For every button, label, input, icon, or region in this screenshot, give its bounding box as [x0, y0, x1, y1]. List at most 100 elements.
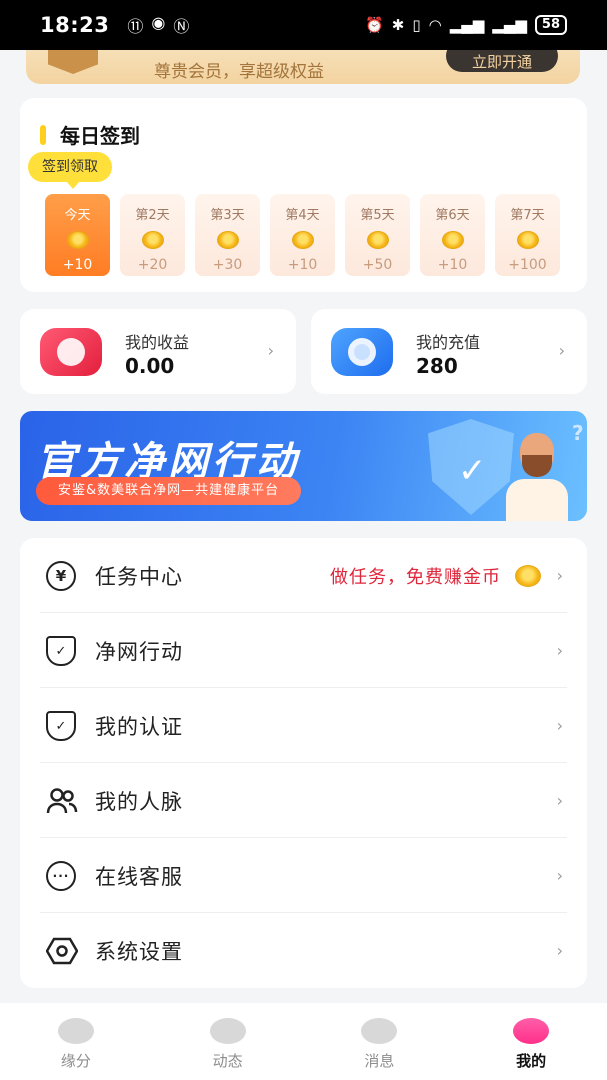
my-income-card[interactable]: 我的收益 0.00 ›: [20, 309, 296, 394]
day-reward: +30: [212, 257, 243, 273]
menu-item-label: 任务中心: [95, 564, 183, 589]
eye-icon: ◉: [151, 13, 166, 32]
coin-icon: [291, 231, 314, 249]
my-recharge-card[interactable]: 我的充值 280 ›: [311, 309, 587, 394]
day-reward: +10: [437, 257, 468, 273]
check-icon: ✓: [458, 451, 487, 491]
bottom-tab-bar: 缘分 动态 消息 我的: [0, 1003, 607, 1080]
battery-icon: 58: [534, 15, 567, 35]
menu-item-my-verification[interactable]: ✓ 我的认证 ›: [20, 688, 587, 763]
signal-icon-2: ▂▄▆: [492, 16, 527, 34]
day-label: 第6天: [435, 208, 470, 223]
status-time: 18:23: [40, 13, 110, 37]
task-center-promo: 做任务，免费赚金币: [330, 566, 501, 588]
status-bar: 18:23 ⑪ ◉ Ⓝ ⏰ ✱ ▯ ◠ ▂▄▆ ▂▄▆ 58: [0, 0, 607, 50]
settings-icon: [45, 936, 79, 966]
sign-in-days: 今天 +10 第2天 +20 第3天 +30 第4天 +10 第5天 +50 第…: [45, 194, 560, 276]
menu-item-my-contacts[interactable]: 我的人脉 ›: [20, 763, 587, 838]
recharge-icon: [331, 328, 393, 376]
coin-icon: [216, 231, 239, 249]
title-accent-bar: [40, 124, 46, 145]
alarm-icon: ⏰: [365, 16, 384, 34]
message-icon: [361, 1018, 398, 1044]
menu-item-online-support[interactable]: ··· 在线客服 ›: [20, 838, 587, 913]
chevron-right-icon: ›: [556, 941, 563, 960]
menu-item-label: 净网行动: [95, 639, 183, 664]
coin-icon: [515, 564, 541, 587]
day-reward: +50: [362, 257, 393, 273]
day-reward: +100: [508, 257, 547, 273]
tab-label: 我的: [516, 1052, 547, 1070]
planet-icon: [209, 1018, 246, 1044]
chevron-right-icon: ›: [556, 641, 563, 660]
chevron-right-icon: ›: [558, 341, 565, 360]
menu-item-label: 我的认证: [95, 714, 183, 739]
profile-face-icon: [513, 1018, 550, 1044]
person-illustration: [504, 433, 568, 521]
daily-sign-in-card: 每日签到 签到领取 今天 +10 第2天 +20 第3天 +30 第4天 +10…: [20, 98, 587, 292]
chevron-right-icon: ›: [556, 566, 563, 585]
status-right-icons: ⏰ ✱ ▯ ◠ ▂▄▆ ▂▄▆ 58: [365, 15, 567, 35]
tab-moments[interactable]: 动态: [152, 1003, 304, 1080]
notification-icon: ⑪: [127, 17, 144, 36]
tab-label: 动态: [212, 1052, 243, 1070]
menu-item-clean-net[interactable]: ✓ 净网行动 ›: [20, 613, 587, 688]
chevron-right-icon: ›: [267, 341, 274, 360]
income-label: 我的收益: [125, 333, 190, 352]
sign-in-day[interactable]: 第2天 +20: [120, 194, 185, 276]
heartbeat-icon: [57, 1018, 94, 1044]
menu-item-label: 我的人脉: [95, 789, 183, 814]
sign-in-day[interactable]: 第3天 +30: [195, 194, 260, 276]
menu-item-label: 在线客服: [95, 864, 183, 889]
vip-text: 尊贵会员，享超级权益: [154, 62, 324, 82]
banner-subtitle: 安鉴&数美联合净网—共建健康平台: [36, 477, 302, 505]
bluetooth-icon: ✱: [391, 16, 405, 34]
recharge-value: 280: [416, 354, 458, 378]
chevron-right-icon: ›: [556, 866, 563, 885]
sign-in-day[interactable]: 今天 +10: [45, 194, 110, 276]
tab-fate[interactable]: 缘分: [0, 1003, 152, 1080]
coin-icon: [66, 231, 89, 249]
signal-icon: ▂▄▆: [449, 16, 485, 34]
sign-in-day[interactable]: 第5天 +50: [345, 194, 410, 276]
chevron-right-icon: ›: [556, 716, 563, 735]
sign-in-title-text: 每日签到: [60, 124, 140, 148]
clean-net-banner[interactable]: 官方净网行动 安鉴&数美联合净网—共建健康平台 ✓ ?: [20, 411, 587, 521]
tab-label: 消息: [364, 1052, 395, 1070]
day-reward: +20: [137, 257, 168, 273]
tab-messages[interactable]: 消息: [304, 1003, 456, 1080]
shield-check-icon: ✓: [46, 636, 76, 666]
people-icon: [46, 786, 78, 816]
vip-open-button[interactable]: 立即开通: [446, 50, 558, 72]
shield-check-icon: ✓: [46, 711, 76, 741]
coin-icon: [366, 231, 389, 249]
vip-banner[interactable]: 尊贵会员，享超级权益 立即开通: [26, 50, 580, 84]
day-label: 第3天: [210, 208, 245, 223]
day-label: 今天: [64, 208, 91, 223]
vibrate-icon: ▯: [412, 16, 421, 34]
menu-item-label: 系统设置: [95, 939, 183, 964]
income-value: 0.00: [125, 354, 175, 378]
recharge-label: 我的充值: [416, 333, 481, 352]
status-left-icons: ⑪ ◉ Ⓝ: [127, 13, 189, 37]
yen-coin-icon: ¥: [46, 561, 76, 591]
tab-mine[interactable]: 我的: [455, 1003, 607, 1080]
coin-icon: [516, 231, 539, 249]
piggy-bank-icon: [40, 328, 102, 376]
day-label: 第4天: [285, 208, 320, 223]
question-mark-icon: ?: [572, 421, 584, 445]
day-reward: +10: [62, 257, 93, 273]
chevron-right-icon: ›: [556, 791, 563, 810]
chat-bubble-icon: ···: [46, 861, 76, 891]
coin-icon: [441, 231, 464, 249]
sign-in-day[interactable]: 第4天 +10: [270, 194, 335, 276]
day-label: 第5天: [360, 208, 395, 223]
nfc-icon: Ⓝ: [173, 17, 190, 36]
menu-item-task-center[interactable]: ¥ 任务中心 做任务，免费赚金币 ›: [20, 538, 587, 613]
wifi-icon: ◠: [428, 16, 442, 34]
coin-icon: [141, 231, 164, 249]
sign-in-day[interactable]: 第7天 +100: [495, 194, 560, 276]
menu-item-system-settings[interactable]: 系统设置 ›: [20, 913, 587, 988]
menu-list: ¥ 任务中心 做任务，免费赚金币 › ✓ 净网行动 › ✓ 我的认证 › 我的人…: [20, 538, 587, 988]
sign-in-day[interactable]: 第6天 +10: [420, 194, 485, 276]
